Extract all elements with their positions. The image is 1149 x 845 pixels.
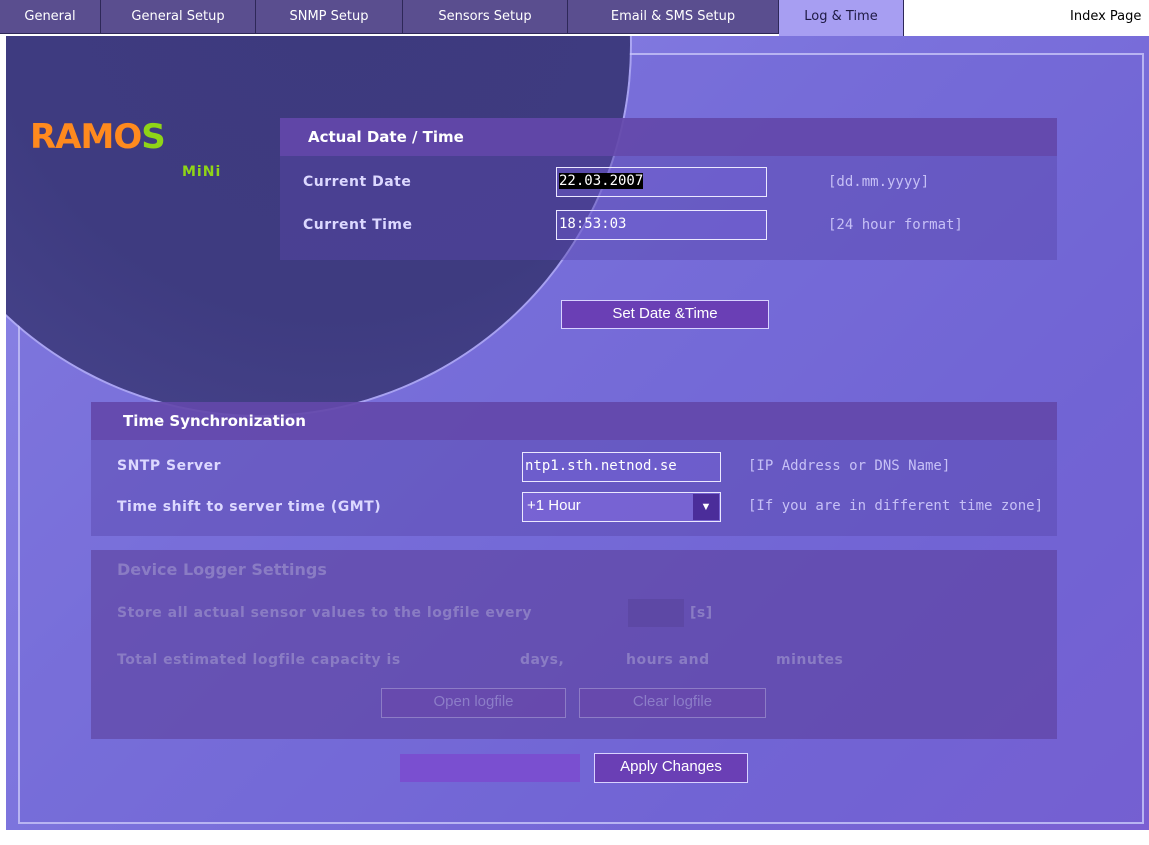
- capacity-days-label: days,: [520, 652, 565, 668]
- index-page-link[interactable]: Index Page: [1070, 0, 1141, 34]
- current-time-label: Current Time: [303, 217, 413, 233]
- logo-text-orange: RAMO: [30, 117, 142, 157]
- capacity-label: Total estimated logfile capacity is: [117, 652, 401, 668]
- time-shift-select[interactable]: +1 Hour ▼: [522, 492, 721, 522]
- store-interval-field[interactable]: [628, 599, 684, 627]
- status-indicator: [400, 754, 580, 782]
- time-shift-value: +1 Hour: [527, 497, 581, 514]
- logger-title: Device Logger Settings: [117, 560, 327, 579]
- tab-email-sms-setup[interactable]: Email & SMS Setup: [568, 0, 779, 34]
- set-date-time-button[interactable]: Set Date &Time: [561, 300, 769, 329]
- logo-sub: MiNi: [182, 164, 222, 180]
- logo-text-green: S: [141, 117, 165, 157]
- tab-sensors-setup[interactable]: Sensors Setup: [403, 0, 568, 34]
- time-shift-hint: [If you are in different time zone]: [748, 498, 1044, 514]
- clear-logfile-button[interactable]: Clear logfile: [579, 688, 766, 718]
- current-time-value: 18:53:03: [559, 216, 627, 232]
- store-interval-unit: [s]: [690, 605, 713, 621]
- tab-general[interactable]: General: [0, 0, 101, 34]
- capacity-hours-label: hours and: [626, 652, 710, 668]
- time-sync-title: Time Synchronization: [91, 402, 1057, 440]
- tab-general-setup[interactable]: General Setup: [101, 0, 256, 34]
- sntp-server-hint: [IP Address or DNS Name]: [748, 458, 951, 474]
- current-date-field[interactable]: 22.03.2007: [556, 167, 767, 197]
- capacity-minutes-label: minutes: [776, 652, 844, 668]
- time-shift-label: Time shift to server time (GMT): [117, 499, 382, 515]
- tab-snmp-setup[interactable]: SNMP Setup: [256, 0, 403, 34]
- date-format-hint: [dd.mm.yyyy]: [828, 174, 930, 190]
- current-date-label: Current Date: [303, 174, 412, 190]
- apply-changes-button[interactable]: Apply Changes: [594, 753, 748, 783]
- datetime-title: Actual Date / Time: [280, 118, 1057, 156]
- sntp-server-field[interactable]: ntp1.sth.netnod.se: [522, 452, 721, 482]
- open-logfile-button[interactable]: Open logfile: [381, 688, 566, 718]
- current-date-value: 22.03.2007: [559, 173, 644, 189]
- logo: RAMOS: [30, 117, 166, 157]
- chevron-down-icon[interactable]: ▼: [693, 494, 719, 520]
- current-time-field[interactable]: 18:53:03: [556, 210, 767, 240]
- tab-log-time[interactable]: Log & Time: [779, 0, 904, 36]
- sntp-server-label: SNTP Server: [117, 458, 221, 474]
- sntp-server-value: ntp1.sth.netnod.se: [525, 458, 677, 474]
- store-interval-label: Store all actual sensor values to the lo…: [117, 605, 533, 621]
- main-panel: RAMOS MiNi Actual Date / Time Current Da…: [6, 36, 1149, 830]
- time-format-hint: [24 hour format]: [828, 217, 963, 233]
- tab-bar: General General Setup SNMP Setup Sensors…: [0, 0, 1149, 36]
